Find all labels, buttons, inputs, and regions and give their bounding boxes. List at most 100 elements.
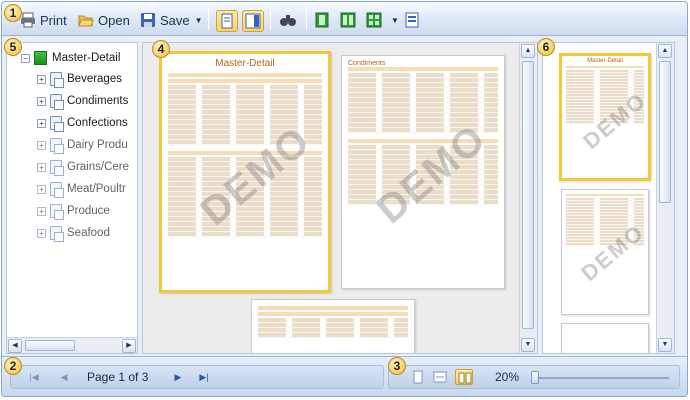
open-button[interactable]: Open <box>78 9 130 31</box>
print-button[interactable]: Print <box>20 9 67 31</box>
document-icon <box>50 72 64 88</box>
two-page-view-button[interactable] <box>338 10 360 32</box>
tree-item-label: Seafood <box>67 227 110 239</box>
tree-item-beverages[interactable]: + Beverages <box>37 70 122 88</box>
report-band <box>348 67 498 71</box>
tree-root-node[interactable]: − Master-Detail <box>21 49 120 67</box>
tree-item-seafood[interactable]: + Seafood <box>37 224 110 242</box>
scroll-left-icon[interactable]: ◀ <box>8 339 22 353</box>
tree-item-label: Confections <box>67 117 128 129</box>
zoom-page-width-button[interactable] <box>431 369 449 385</box>
expand-icon[interactable]: + <box>37 184 46 194</box>
multi-page-icon <box>458 372 472 384</box>
save-button[interactable]: Save ▼ <box>140 9 203 31</box>
previous-page-icon[interactable]: ◀ <box>57 370 71 384</box>
expand-icon[interactable]: + <box>37 74 46 84</box>
document-icon <box>50 116 64 132</box>
status-bar: |◀ ◀ Page 1 of 3 ▶ ▶| 20% <box>2 356 687 396</box>
scroll-down-icon[interactable]: ▼ <box>521 338 535 352</box>
scroll-right-icon[interactable]: ▶ <box>122 339 136 353</box>
sidebar-toggle-button[interactable] <box>242 10 264 32</box>
preview-page-2[interactable]: Condiments DEMO <box>341 55 505 289</box>
expand-icon[interactable]: + <box>37 96 46 106</box>
tree-item-dairy[interactable]: + Dairy Produ <box>37 136 128 154</box>
next-page-icon[interactable]: ▶ <box>171 370 185 384</box>
preview-page-1[interactable]: Master-Detail DEMO <box>159 51 331 293</box>
callout-badge-5: 5 <box>4 38 22 56</box>
tree-root-label: Master-Detail <box>52 52 121 64</box>
scroll-down-icon[interactable]: ▼ <box>658 338 672 352</box>
report-band <box>168 151 322 155</box>
zoom-slider-thumb[interactable] <box>531 371 539 384</box>
expand-icon[interactable]: + <box>37 140 46 150</box>
scroll-thumb[interactable] <box>522 61 534 329</box>
tree-horizontal-scrollbar[interactable]: ◀ ▶ <box>7 337 137 353</box>
find-button[interactable] <box>278 10 300 32</box>
callout-badge-4: 4 <box>152 40 170 58</box>
tree-item-label: Produce <box>67 205 110 217</box>
green-book-icon <box>315 12 329 28</box>
callout-badge-1: 1 <box>4 4 22 22</box>
page-title: Master-Detail <box>215 58 275 69</box>
tree-item-label: Condiments <box>67 95 129 107</box>
document-icon <box>50 182 64 198</box>
callout-badge-3: 3 <box>388 357 406 375</box>
report-band <box>258 306 408 310</box>
two-pages-icon <box>340 12 356 28</box>
tree-item-grains[interactable]: + Grains/Cere <box>37 158 129 176</box>
document-icon <box>50 94 64 110</box>
report-viewer-window: Print Open Save ▼ ▼ 1 2 3 4 5 6 − Master… <box>1 1 688 397</box>
multi-page-view-button[interactable] <box>364 10 386 32</box>
single-page-view-button[interactable] <box>216 10 238 32</box>
zoom-multi-page-button[interactable] <box>455 369 473 385</box>
report-preview-area: Master-Detail DEMO Condiments DEMO ▲ ▼ <box>142 42 538 354</box>
save-label: Save <box>160 12 190 28</box>
report-icon <box>34 51 47 65</box>
first-page-icon[interactable]: |◀ <box>27 370 41 384</box>
collapse-icon[interactable]: − <box>21 53 30 63</box>
report-band <box>348 139 498 143</box>
printer-icon <box>20 12 36 28</box>
tree-item-condiments[interactable]: + Condiments <box>37 92 128 110</box>
floppy-disk-icon <box>140 12 156 28</box>
page-setup-button[interactable] <box>402 10 424 32</box>
expand-icon[interactable]: + <box>37 118 46 128</box>
toolbar-separator <box>306 8 307 30</box>
binoculars-icon <box>280 15 296 26</box>
zoom-whole-page-button[interactable] <box>409 369 427 385</box>
page-setup-icon <box>405 12 419 28</box>
open-label: Open <box>98 12 130 28</box>
tree-item-meat[interactable]: + Meat/Poultr <box>37 180 126 198</box>
tree-item-confections[interactable]: + Confections <box>37 114 128 132</box>
scroll-up-icon[interactable]: ▲ <box>658 44 672 58</box>
thumbnail-page-3[interactable] <box>561 323 649 353</box>
chevron-down-icon[interactable]: ▼ <box>195 16 203 25</box>
zoom-slider-track[interactable] <box>539 377 669 379</box>
thumbnails-vertical-scrollbar[interactable]: ▲ ▼ <box>656 43 674 353</box>
chevron-down-icon[interactable]: ▼ <box>391 16 399 25</box>
page-title: Condiments <box>348 60 386 67</box>
thumbnail-page-2[interactable]: DEMO <box>561 189 649 315</box>
toolbar-separator <box>270 8 271 30</box>
page-navigation: |◀ ◀ Page 1 of 3 ▶ ▶| <box>10 365 384 389</box>
tree-item-produce[interactable]: + Produce <box>37 202 110 220</box>
expand-icon[interactable]: + <box>37 206 46 216</box>
scroll-thumb[interactable] <box>25 340 75 351</box>
preview-vertical-scrollbar[interactable]: ▲ ▼ <box>519 43 537 353</box>
thumbnail-page-1[interactable]: Master-Detail DEMO <box>559 53 651 181</box>
document-icon <box>50 160 64 176</box>
last-page-icon[interactable]: ▶| <box>197 370 211 384</box>
scroll-up-icon[interactable]: ▲ <box>521 44 535 58</box>
report-band <box>258 312 408 316</box>
tree-item-label: Meat/Poultr <box>67 183 126 195</box>
zoom-level: 20% <box>495 370 520 384</box>
thumbnail-title: Master-Detail <box>587 58 623 64</box>
book-view-button[interactable] <box>312 10 334 32</box>
scroll-thumb[interactable] <box>659 61 671 203</box>
side-panel-icon <box>245 13 261 29</box>
expand-icon[interactable]: + <box>37 228 46 238</box>
preview-page-3[interactable] <box>251 299 415 353</box>
expand-icon[interactable]: + <box>37 162 46 172</box>
tree-item-label: Beverages <box>67 73 122 85</box>
callout-badge-2: 2 <box>4 357 22 375</box>
